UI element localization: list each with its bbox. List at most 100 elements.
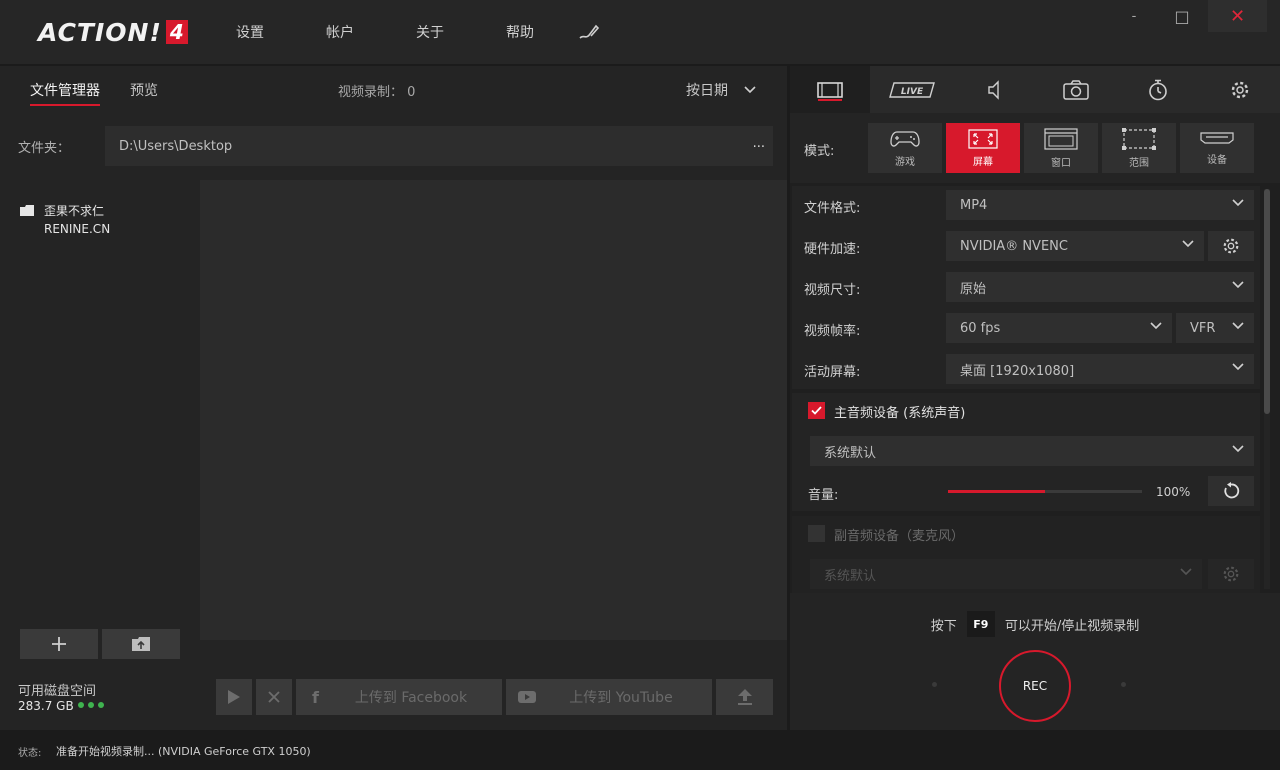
- chevron-down-icon: [1232, 445, 1244, 453]
- mode-row: 模式: 游戏 屏幕 窗口 范围 设备: [790, 113, 1280, 183]
- hw-accel-value: NVIDIA® NVENC: [960, 238, 1068, 254]
- tab-file-manager[interactable]: 文件管理器: [30, 80, 100, 106]
- folder-tree-item[interactable]: 歪果不求仁 RENINE.CN: [44, 202, 110, 238]
- film-icon: [816, 79, 844, 101]
- mode-device-label: 设备: [1207, 154, 1227, 166]
- upload-youtube-label: 上传到 YouTube: [569, 690, 673, 706]
- menu-about[interactable]: 关于: [416, 22, 444, 42]
- video-count-value: 0: [407, 85, 416, 100]
- tab-timer[interactable]: [1118, 66, 1198, 113]
- file-manager-header: 文件管理器 预览 视频录制： 0 按日期: [0, 66, 787, 112]
- delete-button[interactable]: [256, 679, 292, 715]
- chevron-down-icon: [1232, 281, 1244, 289]
- camera-icon: [1063, 79, 1089, 100]
- reset-icon: [1222, 482, 1240, 500]
- hotkey-suffix: 可以开始/停止视频录制: [1004, 618, 1140, 634]
- framerate-value: 60 fps: [960, 320, 1001, 336]
- upload-button[interactable]: [716, 679, 773, 715]
- region-select-icon: [1122, 127, 1156, 150]
- checkmark-icon: [811, 406, 822, 415]
- volume-reset-button[interactable]: [1208, 476, 1254, 506]
- video-size-select[interactable]: 原始: [946, 272, 1254, 302]
- close-button[interactable]: ✕: [1208, 0, 1267, 32]
- framerate-mode-value: VFR: [1190, 320, 1216, 336]
- folder-tree-line1: 歪果不求仁: [44, 204, 105, 218]
- fullscreen-icon: [968, 128, 998, 149]
- folder-row: 文件夹： D:\Users\Desktop ...: [0, 112, 787, 180]
- mode-game-label: 游戏: [895, 156, 915, 168]
- tab-audio[interactable]: [954, 66, 1034, 113]
- mode-game-button[interactable]: 游戏: [868, 123, 942, 173]
- minimize-button[interactable]: -: [1124, 0, 1144, 32]
- app-logo: ACTION! 4: [38, 18, 188, 47]
- export-folder-button[interactable]: [102, 629, 180, 659]
- active-screen-label: 活动屏幕:: [804, 365, 861, 380]
- mode-region-label: 范围: [1129, 157, 1149, 169]
- folder-path: D:\Users\Desktop: [119, 138, 233, 154]
- record-button[interactable]: REC: [999, 650, 1071, 722]
- active-screen-value: 桌面 [1920x1080]: [960, 363, 1075, 379]
- hw-accel-select[interactable]: NVIDIA® NVENC: [946, 231, 1204, 261]
- active-screen-select[interactable]: 桌面 [1920x1080]: [946, 354, 1254, 384]
- secondary-audio-settings-button[interactable]: [1208, 559, 1254, 589]
- folder-path-field[interactable]: D:\Users\Desktop ...: [105, 126, 773, 166]
- tab-screenshot[interactable]: [1036, 66, 1116, 113]
- hotkey-key: F9: [966, 611, 995, 637]
- status-text: 准备开始视频录制... (NVIDIA GeForce GTX 1050): [56, 745, 311, 758]
- gear-icon: [1222, 565, 1240, 583]
- capture-tabs: LIVE: [790, 66, 1280, 113]
- chevron-down-icon: [1180, 568, 1192, 576]
- record-area: 按下 F9 可以开始/停止视频录制 REC: [790, 593, 1280, 730]
- tab-live[interactable]: LIVE: [872, 66, 952, 113]
- tab-settings[interactable]: [1200, 66, 1280, 113]
- mode-region-button[interactable]: 范围: [1102, 123, 1176, 173]
- play-icon: [228, 690, 240, 704]
- menu-settings[interactable]: 设置: [236, 22, 264, 42]
- settings-scrollbar[interactable]: [1264, 189, 1270, 589]
- main-audio-device-select[interactable]: 系统默认: [810, 436, 1254, 466]
- tab-preview[interactable]: 预览: [130, 80, 158, 100]
- upload-arrow-icon: [737, 689, 752, 705]
- mode-window-button[interactable]: 窗口: [1024, 123, 1098, 173]
- mode-screen-button[interactable]: 屏幕: [946, 123, 1020, 173]
- menu-help[interactable]: 帮助: [506, 22, 534, 42]
- add-folder-button[interactable]: [20, 629, 98, 659]
- secondary-audio-checkbox[interactable]: [808, 525, 825, 542]
- chevron-down-icon: [1182, 240, 1194, 248]
- sort-dropdown[interactable]: 按日期: [686, 80, 756, 100]
- scrollbar-thumb[interactable]: [1264, 189, 1270, 414]
- framerate-select[interactable]: 60 fps: [946, 313, 1172, 343]
- draw-tool-icon[interactable]: [578, 22, 600, 42]
- hdmi-device-icon: [1200, 131, 1234, 145]
- hotkey-hint: 按下 F9 可以开始/停止视频录制: [790, 611, 1280, 637]
- menu-account[interactable]: 帐户: [326, 22, 354, 42]
- folder-browse-button[interactable]: ...: [753, 136, 765, 151]
- chevron-down-icon: [1232, 199, 1244, 207]
- indicator-dot-right: [1121, 682, 1126, 687]
- mode-window-label: 窗口: [1051, 157, 1071, 169]
- play-button[interactable]: [216, 679, 252, 715]
- secondary-audio-device-select[interactable]: 系统默认: [810, 559, 1202, 589]
- status-label: 状态:: [18, 748, 42, 759]
- upload-youtube-button[interactable]: 上传到 YouTube: [506, 679, 712, 715]
- maximize-button[interactable]: □: [1170, 0, 1194, 32]
- volume-slider[interactable]: [948, 490, 1142, 493]
- close-icon: [268, 691, 280, 703]
- recordings-list: [200, 180, 787, 640]
- video-settings-panel: 文件格式: MP4 硬件加速: NVIDIA® NVENC 视频尺寸: 原始 视…: [790, 183, 1280, 593]
- hw-accel-settings-button[interactable]: [1208, 231, 1254, 261]
- main-audio-checkbox[interactable]: [808, 402, 825, 419]
- upload-facebook-button[interactable]: f 上传到 Facebook: [296, 679, 502, 715]
- file-format-select[interactable]: MP4: [946, 190, 1254, 220]
- mode-device-button[interactable]: 设备: [1180, 123, 1254, 173]
- gear-icon: [1230, 80, 1250, 100]
- gear-icon: [1222, 237, 1240, 255]
- secondary-audio-device-value: 系统默认: [824, 568, 877, 584]
- tab-video[interactable]: [790, 66, 870, 113]
- indicator-dot-left: [932, 682, 937, 687]
- speaker-icon: [985, 79, 1003, 100]
- logo-badge: 4: [165, 20, 188, 44]
- framerate-mode-select[interactable]: VFR: [1176, 313, 1254, 343]
- mode-screen-label: 屏幕: [973, 156, 993, 168]
- volume-label: 音量:: [808, 488, 839, 503]
